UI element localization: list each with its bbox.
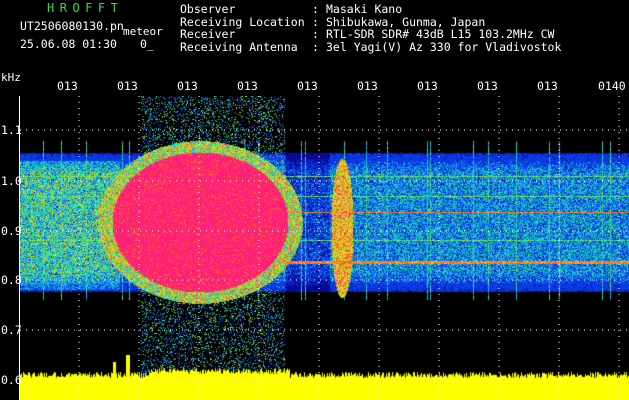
x-tick-label: 0140	[598, 79, 626, 93]
y-tick-label: 0.6	[1, 373, 22, 387]
hrofft-window: HROFFT UT2506080130.pn meteor 25.06.08 0…	[0, 0, 629, 400]
y-tick-label: 1.1	[1, 123, 22, 137]
x-tick-label: 013	[477, 79, 498, 93]
x-tick-label: 013	[537, 79, 558, 93]
x-tick-label: 013	[117, 79, 138, 93]
y-tick-label: 0.8	[1, 273, 22, 287]
x-tick-label: 013	[297, 79, 318, 93]
y-tick-label: 0.7	[1, 323, 22, 337]
x-tick-label: 013	[417, 79, 438, 93]
y-tick-label: 0.9	[1, 224, 22, 238]
axis-ticks: 1.1 1.0 0.9 0.8 0.7 0.6 013 013 013 013 …	[0, 0, 629, 400]
x-tick-label: 013	[237, 79, 258, 93]
y-tick-label: 1.0	[1, 174, 22, 188]
x-tick-label: 013	[177, 79, 198, 93]
x-tick-label: 013	[57, 79, 78, 93]
x-tick-label: 013	[357, 79, 378, 93]
